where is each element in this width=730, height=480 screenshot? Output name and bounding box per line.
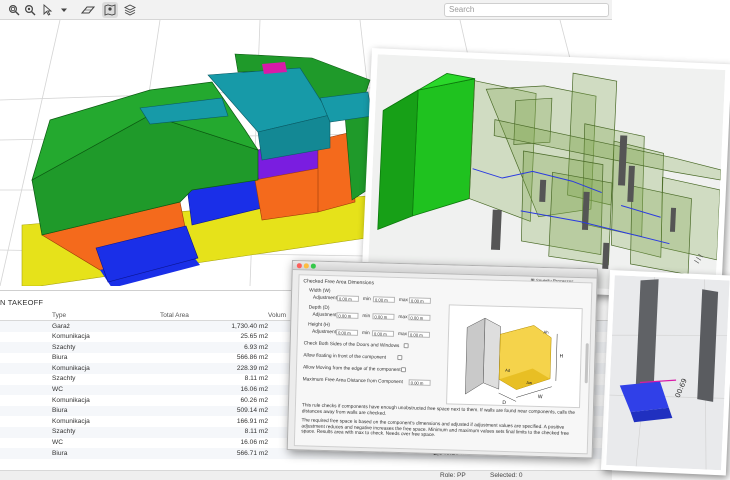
height-min-input[interactable]: 0.00 m xyxy=(371,330,395,337)
free-area-rule-dialog: ▣ Severity Processes Checked Free Area D… xyxy=(286,260,598,459)
map-pin-view-icon[interactable] xyxy=(102,2,118,18)
depth-min-input[interactable]: 0.00 m xyxy=(372,313,395,320)
rule-description-2: The required free space is based on the … xyxy=(301,418,570,439)
zoom-icon[interactable] xyxy=(22,2,38,18)
cell-type: Komunikacja xyxy=(52,417,90,425)
cell-area: 166.91 m2 xyxy=(236,417,268,425)
width-label: Width (W) xyxy=(309,288,331,295)
allow-moving-label: Allow Moving from the edge of the compon… xyxy=(302,365,401,374)
cell-area: 1,730.40 m2 xyxy=(231,322,268,330)
status-bar: Role: PP Selected: 0 xyxy=(0,470,612,480)
column-type[interactable]: Type xyxy=(52,312,66,319)
allow-floating-checkbox[interactable] xyxy=(397,354,403,361)
wireframe-model-view: ꟾ ꟾ ꟾ xyxy=(361,48,730,301)
depth-max-input[interactable]: 0.00 m xyxy=(408,314,431,321)
toolbar: Search xyxy=(0,0,612,20)
layers-icon[interactable] xyxy=(122,2,138,18)
cell-area: 60.26 m2 xyxy=(240,396,269,404)
depth-adjustment-label: Adjustment xyxy=(312,312,337,319)
cell-type: WC xyxy=(52,439,63,447)
component-side xyxy=(465,317,486,395)
height-max-input[interactable]: 0.00 m xyxy=(407,331,431,338)
cell-area: 228.39 m2 xyxy=(236,364,268,372)
check-both-sides-checkbox[interactable] xyxy=(403,343,409,349)
component-front xyxy=(483,317,501,390)
takeoff-title: N TAKEOFF xyxy=(0,298,44,307)
cell-type: Biura xyxy=(52,449,68,457)
cell-area: 25.65 m2 xyxy=(240,333,269,341)
cell-type: Biura xyxy=(52,354,68,362)
diagram-label-ad: Ad xyxy=(505,368,511,373)
select-dropdown-icon[interactable] xyxy=(40,2,56,18)
cell-type: Komunikacja xyxy=(52,364,90,372)
width-max-label: max xyxy=(398,298,409,304)
column-volume[interactable]: Volum xyxy=(268,312,286,319)
cell-area: 8.11 m2 xyxy=(244,375,268,383)
cell-type: Komunikacja xyxy=(52,333,90,341)
cell-area: 566.86 m2 xyxy=(236,354,268,362)
collage: Search N TAKEOFF Type Total Area Volum G… xyxy=(0,0,730,480)
check-both-sides-label: Check Both Sides of the Doors and Window… xyxy=(303,341,400,350)
width-max-input[interactable]: 0.00 m xyxy=(408,297,431,304)
height-min-label: min xyxy=(361,330,370,337)
cell-type: Szachty xyxy=(52,375,76,383)
depth-min-label: min xyxy=(362,313,371,320)
status-selected: Selected: 0 xyxy=(490,472,523,479)
dropdown-caret-icon[interactable] xyxy=(56,2,72,18)
status-role: Role: PP xyxy=(440,472,466,479)
width-min-label: min xyxy=(362,296,371,303)
depth-adjustment-input[interactable]: 0.00 m xyxy=(336,312,359,319)
max-free-area-input[interactable]: 0.00 m xyxy=(408,379,431,386)
height-adjustment-input[interactable]: 0.00 m xyxy=(335,329,359,336)
diagram-label-d: D xyxy=(502,400,506,406)
plane-view-icon[interactable] xyxy=(80,2,96,18)
free-area-diagram: H W D Aw Ad Ah xyxy=(446,304,583,409)
dialog-body: Checked Free Area Dimensions Width (W) A… xyxy=(293,274,593,455)
component-clearance-view: 00:69 xyxy=(600,270,730,476)
cell-type: Szachty xyxy=(52,428,76,436)
allow-moving-checkbox[interactable] xyxy=(400,367,407,373)
cell-type: Garaż xyxy=(52,322,70,330)
cell-type: Komunikacja xyxy=(52,396,90,404)
height-max-label: max xyxy=(397,331,408,338)
close-icon[interactable] xyxy=(296,263,302,268)
zoom-icon[interactable] xyxy=(310,263,316,269)
dialog-scrollbar[interactable] xyxy=(584,343,589,384)
clearance-viewport[interactable]: 00:69 xyxy=(606,275,730,471)
zoom-window-icon[interactable] xyxy=(6,2,22,18)
diagram-label-ah: Ah xyxy=(543,330,549,335)
green-solid-block xyxy=(411,78,476,217)
minimize-icon[interactable] xyxy=(303,263,309,268)
dialog-section-title: Checked Free Area Dimensions xyxy=(303,278,375,287)
cell-area: 16.06 m2 xyxy=(240,439,269,447)
height-adjustment-label: Adjustment xyxy=(311,329,337,336)
depth-label: Depth (D) xyxy=(308,305,330,312)
diagram-label-w: W xyxy=(538,394,543,400)
max-free-area-label: Maximum Free Area Distance from Componen… xyxy=(302,377,403,386)
width-adjustment-label: Adjustment xyxy=(312,295,338,302)
width-adjustment-input[interactable]: 0.00 m xyxy=(336,295,360,302)
wireframe-viewport[interactable]: ꟾ ꟾ ꟾ xyxy=(367,54,726,294)
cell-area: 509.14 m2 xyxy=(236,407,268,415)
depth-max-label: max xyxy=(398,314,408,321)
cell-area: 8.11 m2 xyxy=(244,428,268,436)
cell-area: 16.06 m2 xyxy=(240,386,269,394)
cell-type: Biura xyxy=(52,407,68,415)
diagram-label-h: H xyxy=(559,354,563,360)
width-min-input[interactable]: 0.00 m xyxy=(372,296,396,303)
search-input[interactable]: Search xyxy=(444,3,609,17)
height-label: Height (H) xyxy=(308,322,331,329)
cell-type: WC xyxy=(52,386,63,394)
cell-type: Szachty xyxy=(52,343,76,351)
column-total-area[interactable]: Total Area xyxy=(160,312,189,319)
cell-area: 6.93 m2 xyxy=(244,343,268,351)
cell-area: 566.71 m2 xyxy=(236,449,268,457)
diagram-label-aw: Aw xyxy=(526,380,533,385)
allow-floating-label: Allow floating in front of the component xyxy=(303,353,387,361)
